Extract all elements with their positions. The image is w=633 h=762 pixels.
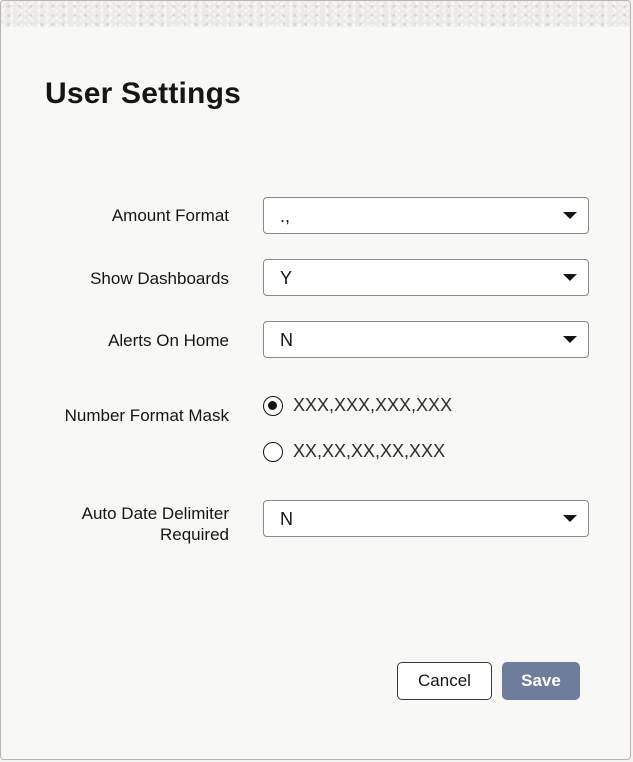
caret-down-icon: [563, 274, 577, 281]
auto-date-delimiter-label-line1: Auto Date Delimiter: [81, 504, 229, 523]
alerts-on-home-label: Alerts On Home: [108, 331, 229, 350]
show-dashboards-select[interactable]: Y: [263, 259, 589, 296]
caret-down-icon: [563, 212, 577, 219]
show-dashboards-label: Show Dashboards: [90, 269, 229, 288]
show-dashboards-value: Y: [280, 268, 293, 288]
amount-format-value: .,: [280, 206, 291, 226]
auto-date-delimiter-select[interactable]: N: [263, 500, 589, 537]
amount-format-select[interactable]: .,: [263, 197, 589, 234]
alerts-on-home-value: N: [280, 330, 293, 350]
user-settings-dialog: User Settings Amount Format ., Show Dash…: [0, 0, 631, 760]
number-format-option-1-label: XXX,XXX,XXX,XXX: [293, 395, 453, 415]
alerts-on-home-select[interactable]: N: [263, 321, 589, 358]
radio-checked-icon[interactable]: [263, 396, 283, 416]
number-format-mask-label: Number Format Mask: [64, 406, 229, 425]
auto-date-delimiter-label-line2: Required: [160, 525, 229, 544]
auto-date-delimiter-value: N: [280, 509, 293, 529]
caret-down-icon: [563, 515, 577, 522]
radio-unchecked-icon[interactable]: [263, 442, 283, 462]
save-button[interactable]: Save: [502, 662, 580, 700]
cancel-button[interactable]: Cancel: [397, 662, 492, 700]
auto-date-delimiter-label: Auto Date Delimiter Required: [82, 503, 229, 545]
dialog-title: User Settings: [45, 77, 241, 110]
number-format-option-2-label: XX,XX,XX,XX,XXX: [293, 441, 446, 461]
caret-down-icon: [563, 336, 577, 343]
header-texture: [1, 1, 630, 27]
amount-format-label: Amount Format: [111, 206, 229, 225]
